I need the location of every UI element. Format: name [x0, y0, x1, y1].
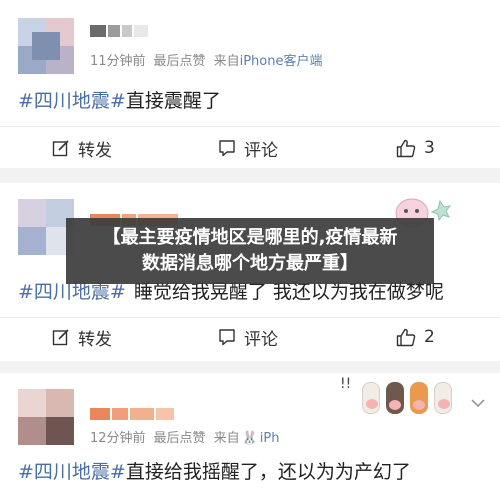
repost-label: 转发 [78, 140, 112, 161]
like-count: 3 [424, 138, 435, 158]
post-time: 12分钟前 [90, 431, 146, 446]
like-button[interactable]: 2 [396, 320, 435, 354]
action-bar: 转发 评论 3 [0, 131, 500, 165]
post-text: #四川地震#直接震醒了 [18, 86, 221, 113]
hashtag-link[interactable]: #四川地震# [18, 90, 126, 112]
chevron-down-icon[interactable] [470, 398, 486, 408]
post-text: #四川地震#直接给我摇醒了，还以为为产幻了 [18, 457, 411, 484]
post-time: 11分钟前 [90, 54, 146, 69]
hashtag-link[interactable]: #四川地震# [18, 281, 126, 303]
divider [0, 126, 500, 127]
comment-label: 评论 [244, 329, 278, 350]
paw-icon [386, 382, 404, 414]
cat-paw-sticker: !! [334, 372, 464, 422]
like-button[interactable]: 3 [396, 131, 435, 165]
last-like-label: 最后点赞 [153, 54, 206, 69]
thumbs-up-icon [396, 328, 416, 346]
post-body: 直接震醒了 [125, 90, 221, 112]
repost-button[interactable]: 转发 [52, 131, 112, 165]
headline-line-2: 数据消息哪个地方最严重】 [142, 253, 358, 274]
sticker-mark: !! [340, 376, 352, 392]
edit-icon [52, 329, 69, 346]
post-body: 睡觉给我晃醒了 我还以为我在做梦呢 [133, 281, 444, 303]
from-label: 来自 [213, 54, 240, 69]
thumbs-up-icon [396, 139, 416, 157]
last-like-label: 最后点赞 [153, 431, 206, 446]
comment-button[interactable]: 评论 [218, 320, 278, 354]
like-count: 2 [424, 327, 435, 347]
hashtag-link[interactable]: #四川地震# [18, 461, 126, 483]
rabbit-icon: 🐰 [241, 431, 258, 446]
action-bar: 转发 评论 2 [0, 320, 500, 354]
repost-button[interactable]: 转发 [52, 320, 112, 354]
post-meta: 11分钟前 最后点赞 来自iPhone客户端 [90, 50, 322, 69]
comment-button[interactable]: 评论 [218, 131, 278, 165]
headline-line-1: 【最主要疫情地区是哪里的,疫情最新 [102, 227, 398, 248]
weibo-post-card-1: 11分钟前 最后点赞 来自iPhone客户端 #四川地震#直接震醒了 转发 评论 3 [0, 0, 500, 168]
source-link[interactable]: iPh [260, 431, 280, 446]
avatar[interactable] [18, 18, 74, 74]
username-blurred[interactable] [90, 405, 176, 420]
post-meta: 12分钟前 最后点赞 来自 🐰 iPh [90, 427, 279, 446]
divider [0, 317, 500, 318]
comment-icon [219, 140, 235, 157]
from-label: 来自 [213, 431, 240, 446]
username-blurred[interactable] [90, 22, 150, 37]
comment-icon [219, 329, 235, 346]
post-body: 直接给我摇醒了，还以为为产幻了 [125, 461, 411, 483]
headline-overlay: 【最主要疫情地区是哪里的,疫情最新 数据消息哪个地方最严重】 [66, 218, 434, 284]
comment-label: 评论 [244, 140, 278, 161]
edit-icon [52, 140, 69, 157]
avatar[interactable] [18, 389, 74, 445]
paw-icon [362, 382, 380, 414]
paw-icon [434, 382, 452, 414]
source-link[interactable]: iPhone客户端 [240, 54, 323, 69]
paw-icon [410, 382, 428, 414]
repost-label: 转发 [78, 329, 112, 350]
